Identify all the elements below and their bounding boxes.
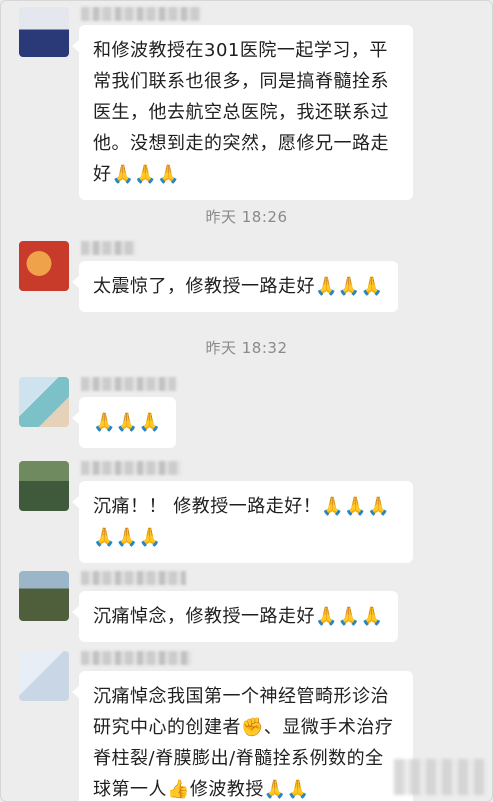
message-text: 和修波教授在301医院一起学习，平常我们联系也很多，同是搞脊髓拴系医生，他去航空…: [93, 40, 389, 185]
sender-name-blurred: [81, 377, 176, 391]
message-5: 沉痛悼念，修教授一路走好🙏🙏🙏: [19, 571, 472, 642]
avatar[interactable]: [19, 651, 69, 701]
sender-name-blurred: [81, 461, 181, 475]
avatar[interactable]: [19, 377, 69, 427]
message-text: 沉痛悼念，修教授一路走好🙏🙏🙏: [93, 606, 384, 627]
message-2: 太震惊了，修教授一路走好🙏🙏🙏: [19, 241, 472, 312]
message-bubble[interactable]: 🙏🙏🙏: [72, 397, 176, 448]
message-bubble[interactable]: 沉痛悼念，修教授一路走好🙏🙏🙏: [72, 591, 398, 642]
avatar[interactable]: [19, 7, 69, 57]
watermark-blurred: [394, 759, 484, 795]
timestamp: 昨天 18:26: [205, 208, 288, 226]
message-text: 沉痛！！ 修教授一路走好！🙏🙏🙏🙏🙏🙏: [93, 496, 390, 548]
sender-name-blurred: [81, 7, 201, 21]
avatar[interactable]: [19, 461, 69, 511]
message-bubble[interactable]: 沉痛！！ 修教授一路走好！🙏🙏🙏🙏🙏🙏: [72, 481, 413, 563]
avatar[interactable]: [19, 571, 69, 621]
chat-window: 和修波教授在301医院一起学习，平常我们联系也很多，同是搞脊髓拴系医生，他去航空…: [0, 0, 493, 802]
avatar[interactable]: [19, 241, 69, 291]
message-bubble[interactable]: 沉痛悼念我国第一个神经管畸形诊治研究中心的创建者✊、显微手术治疗脊柱裂/脊膜膨出…: [72, 671, 413, 801]
sender-name-blurred: [81, 241, 136, 255]
message-text: 太震惊了，修教授一路走好🙏🙏🙏: [93, 276, 384, 297]
message-text: 🙏🙏🙏: [93, 412, 162, 433]
message-4: 沉痛！！ 修教授一路走好！🙏🙏🙏🙏🙏🙏: [19, 461, 472, 563]
message-3: 🙏🙏🙏: [19, 377, 472, 448]
message-1: 和修波教授在301医院一起学习，平常我们联系也很多，同是搞脊髓拴系医生，他去航空…: [19, 7, 472, 200]
sender-name-blurred: [81, 651, 191, 665]
message-bubble[interactable]: 和修波教授在301医院一起学习，平常我们联系也很多，同是搞脊髓拴系医生，他去航空…: [72, 25, 413, 200]
timestamp: 昨天 18:32: [205, 339, 288, 357]
sender-name-blurred: [81, 571, 186, 585]
message-text: 沉痛悼念我国第一个神经管畸形诊治研究中心的创建者✊、显微手术治疗脊柱裂/脊膜膨出…: [93, 686, 394, 800]
message-bubble[interactable]: 太震惊了，修教授一路走好🙏🙏🙏: [72, 261, 398, 312]
